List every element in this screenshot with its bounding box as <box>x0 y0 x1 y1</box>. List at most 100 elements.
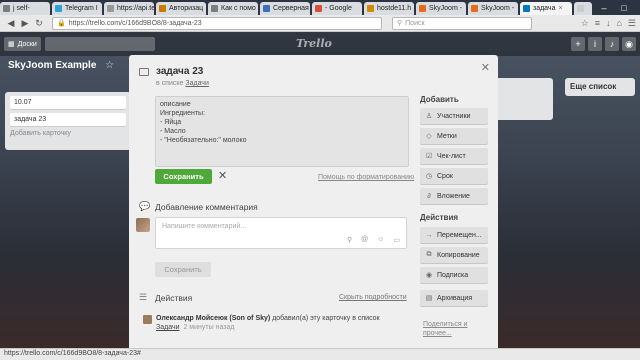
menu-icon[interactable]: ☰ <box>628 18 636 29</box>
mention-icon[interactable]: @ <box>361 236 368 244</box>
card-link-icon[interactable]: ▭ <box>393 236 400 244</box>
tab-label: hostde11.h <box>377 5 412 12</box>
reload-icon[interactable]: ↻ <box>32 18 46 29</box>
board-title[interactable]: SkyJoom Example ☆ <box>8 60 114 71</box>
comment-input[interactable]: Напишите комментарий... ⚲ @ ☺ ▭ <box>155 217 407 249</box>
cancel-edit-icon[interactable]: ✕ <box>218 169 227 182</box>
activity-title: Действия <box>155 293 193 303</box>
star-icon[interactable]: ☆ <box>581 18 589 29</box>
members-button[interactable]: ♙ Участники <box>420 108 488 124</box>
trello-logo[interactable]: Trello <box>296 37 332 50</box>
checklist-button[interactable]: ☑ Чек-лист <box>420 148 488 164</box>
browser-tab[interactable]: Авторизац <box>156 2 206 15</box>
list-right-title[interactable]: Еще список <box>565 78 635 96</box>
browser-tab[interactable]: SkyJoom - <box>468 2 518 15</box>
add-card-link[interactable]: Добавить карточку <box>10 130 126 137</box>
subscribe-button[interactable]: ◉ Подписка <box>420 267 488 283</box>
favicon-icon <box>263 5 270 12</box>
address-bar: ◀ ▶ ↻ 🔒 https://trello.com/c/166d9BO8/8-… <box>0 15 640 32</box>
browser-tab[interactable]: Telegram I <box>52 2 102 15</box>
move-button[interactable]: → Перемещен... <box>420 227 488 243</box>
attach-icon[interactable]: ⚲ <box>347 236 352 244</box>
archive-button[interactable]: ▤ Архивация <box>420 290 488 306</box>
description-textarea[interactable]: описание Ингредиенты: - Яйца - Масло - "… <box>155 96 409 167</box>
clock-icon: ◷ <box>425 173 433 180</box>
description-line: - Масло <box>160 128 186 135</box>
bell-icon[interactable]: ♪ <box>605 37 619 51</box>
star-board-icon[interactable]: ☆ <box>105 60 114 71</box>
card-title[interactable]: задача 23 <box>156 66 203 77</box>
comment-placeholder: Напишите комментарий... <box>162 223 247 230</box>
activity-time[interactable]: 2 минуты назад <box>183 324 234 331</box>
browser-tab[interactable]: Как с помо <box>208 2 258 15</box>
maximize-icon[interactable]: □ <box>614 3 634 13</box>
trello-header: ▦ Доски Trello + i ♪ ◉ <box>0 32 640 56</box>
format-help-link[interactable]: Помощь по форматированию <box>318 174 414 181</box>
favicon-icon <box>471 5 478 12</box>
favicon-icon <box>419 5 426 12</box>
home-icon[interactable]: ⌂ <box>616 18 621 29</box>
browser-tab[interactable]: Серверная <box>260 2 310 15</box>
window-controls: – □ ✕ <box>594 0 640 15</box>
plus-icon[interactable]: + <box>571 37 585 51</box>
url-field[interactable]: 🔒 https://trello.com/c/166d9BO8/8-задача… <box>52 16 382 30</box>
browser-tab[interactable]: j self- <box>0 2 50 15</box>
due-date-button[interactable]: ◷ Срок <box>420 168 488 184</box>
description-line: - "Необязательно:" молоко <box>160 137 247 144</box>
tab-label: https://api.tele <box>117 5 154 12</box>
attachment-button[interactable]: ∂ Вложение <box>420 188 488 204</box>
activity-list-link[interactable]: Задачи <box>156 324 180 331</box>
activity-author[interactable]: Олександр Мойсеюк (Son of Sky) <box>156 315 270 322</box>
hide-details-link[interactable]: Скрыть подробности <box>339 294 407 301</box>
save-description-button[interactable]: Сохранить <box>155 169 212 184</box>
share-more-link[interactable]: Поделиться и прочее... <box>423 320 493 338</box>
activity-entry: Олександр Мойсеюк (Son of Sky) добавил(а… <box>156 314 406 332</box>
bookmarks-icon[interactable]: ≡ <box>595 18 600 29</box>
browser-tab[interactable]: hostde11.h <box>364 2 414 15</box>
avatar <box>143 315 152 324</box>
trello-search-input[interactable] <box>44 37 155 51</box>
labels-button[interactable]: ◇ Метки <box>420 128 488 144</box>
close-tab-icon[interactable]: × <box>558 5 562 12</box>
emoji-icon[interactable]: ☺ <box>377 236 384 244</box>
list-card[interactable]: 10.07 <box>10 96 126 109</box>
browser-tab[interactable]: - Google <box>312 2 362 15</box>
description-line: Ингредиенты: <box>160 110 206 117</box>
browser-search-input[interactable]: ⚲ Поиск <box>392 16 532 30</box>
labels-label: Метки <box>437 132 457 140</box>
list-card[interactable]: задача 23 <box>10 113 126 126</box>
close-icon[interactable]: ✕ <box>481 61 490 74</box>
favicon-icon <box>315 5 322 12</box>
tab-label: Серверная <box>273 5 309 12</box>
download-icon[interactable]: ↓ <box>606 18 611 29</box>
forward-icon[interactable]: ▶ <box>18 18 32 29</box>
close-window-icon[interactable]: ✕ <box>634 2 640 13</box>
avatar[interactable]: ◉ <box>622 37 636 51</box>
search-icon: ⚲ <box>397 20 403 27</box>
copy-label: Копирование <box>437 251 480 259</box>
minimize-icon[interactable]: – <box>594 3 614 13</box>
tab-label: Как с помо <box>221 5 256 12</box>
favicon-icon <box>523 5 530 12</box>
checklist-label: Чек-лист <box>437 152 466 160</box>
browser-tab[interactable]: задача × <box>520 2 572 15</box>
archive-label: Архивация <box>437 294 473 302</box>
save-comment-button[interactable]: Сохранить <box>155 262 211 277</box>
info-icon[interactable]: i <box>588 37 602 51</box>
header-actions: + i ♪ ◉ <box>571 37 636 51</box>
favicon-icon <box>55 5 62 12</box>
browser-tab[interactable]: https://api.tele <box>104 2 154 15</box>
card-list-info: в списке Задачи <box>156 80 209 87</box>
paperclip-icon: ∂ <box>427 192 431 200</box>
copy-button[interactable]: ⧉ Копирование <box>420 247 488 263</box>
arrow-icon: → <box>425 231 433 239</box>
browser-tab[interactable]: SkyJoom - <box>416 2 466 15</box>
boards-button[interactable]: ▦ Доски <box>4 37 41 51</box>
lock-icon: 🔒 <box>57 20 66 27</box>
favicon-icon <box>107 5 114 12</box>
copy-icon: ⧉ <box>426 251 432 258</box>
attachment-label: Вложение <box>437 192 470 200</box>
list-link[interactable]: Задачи <box>185 80 209 87</box>
browser-tab[interactable] <box>574 2 592 15</box>
back-icon[interactable]: ◀ <box>4 18 18 29</box>
